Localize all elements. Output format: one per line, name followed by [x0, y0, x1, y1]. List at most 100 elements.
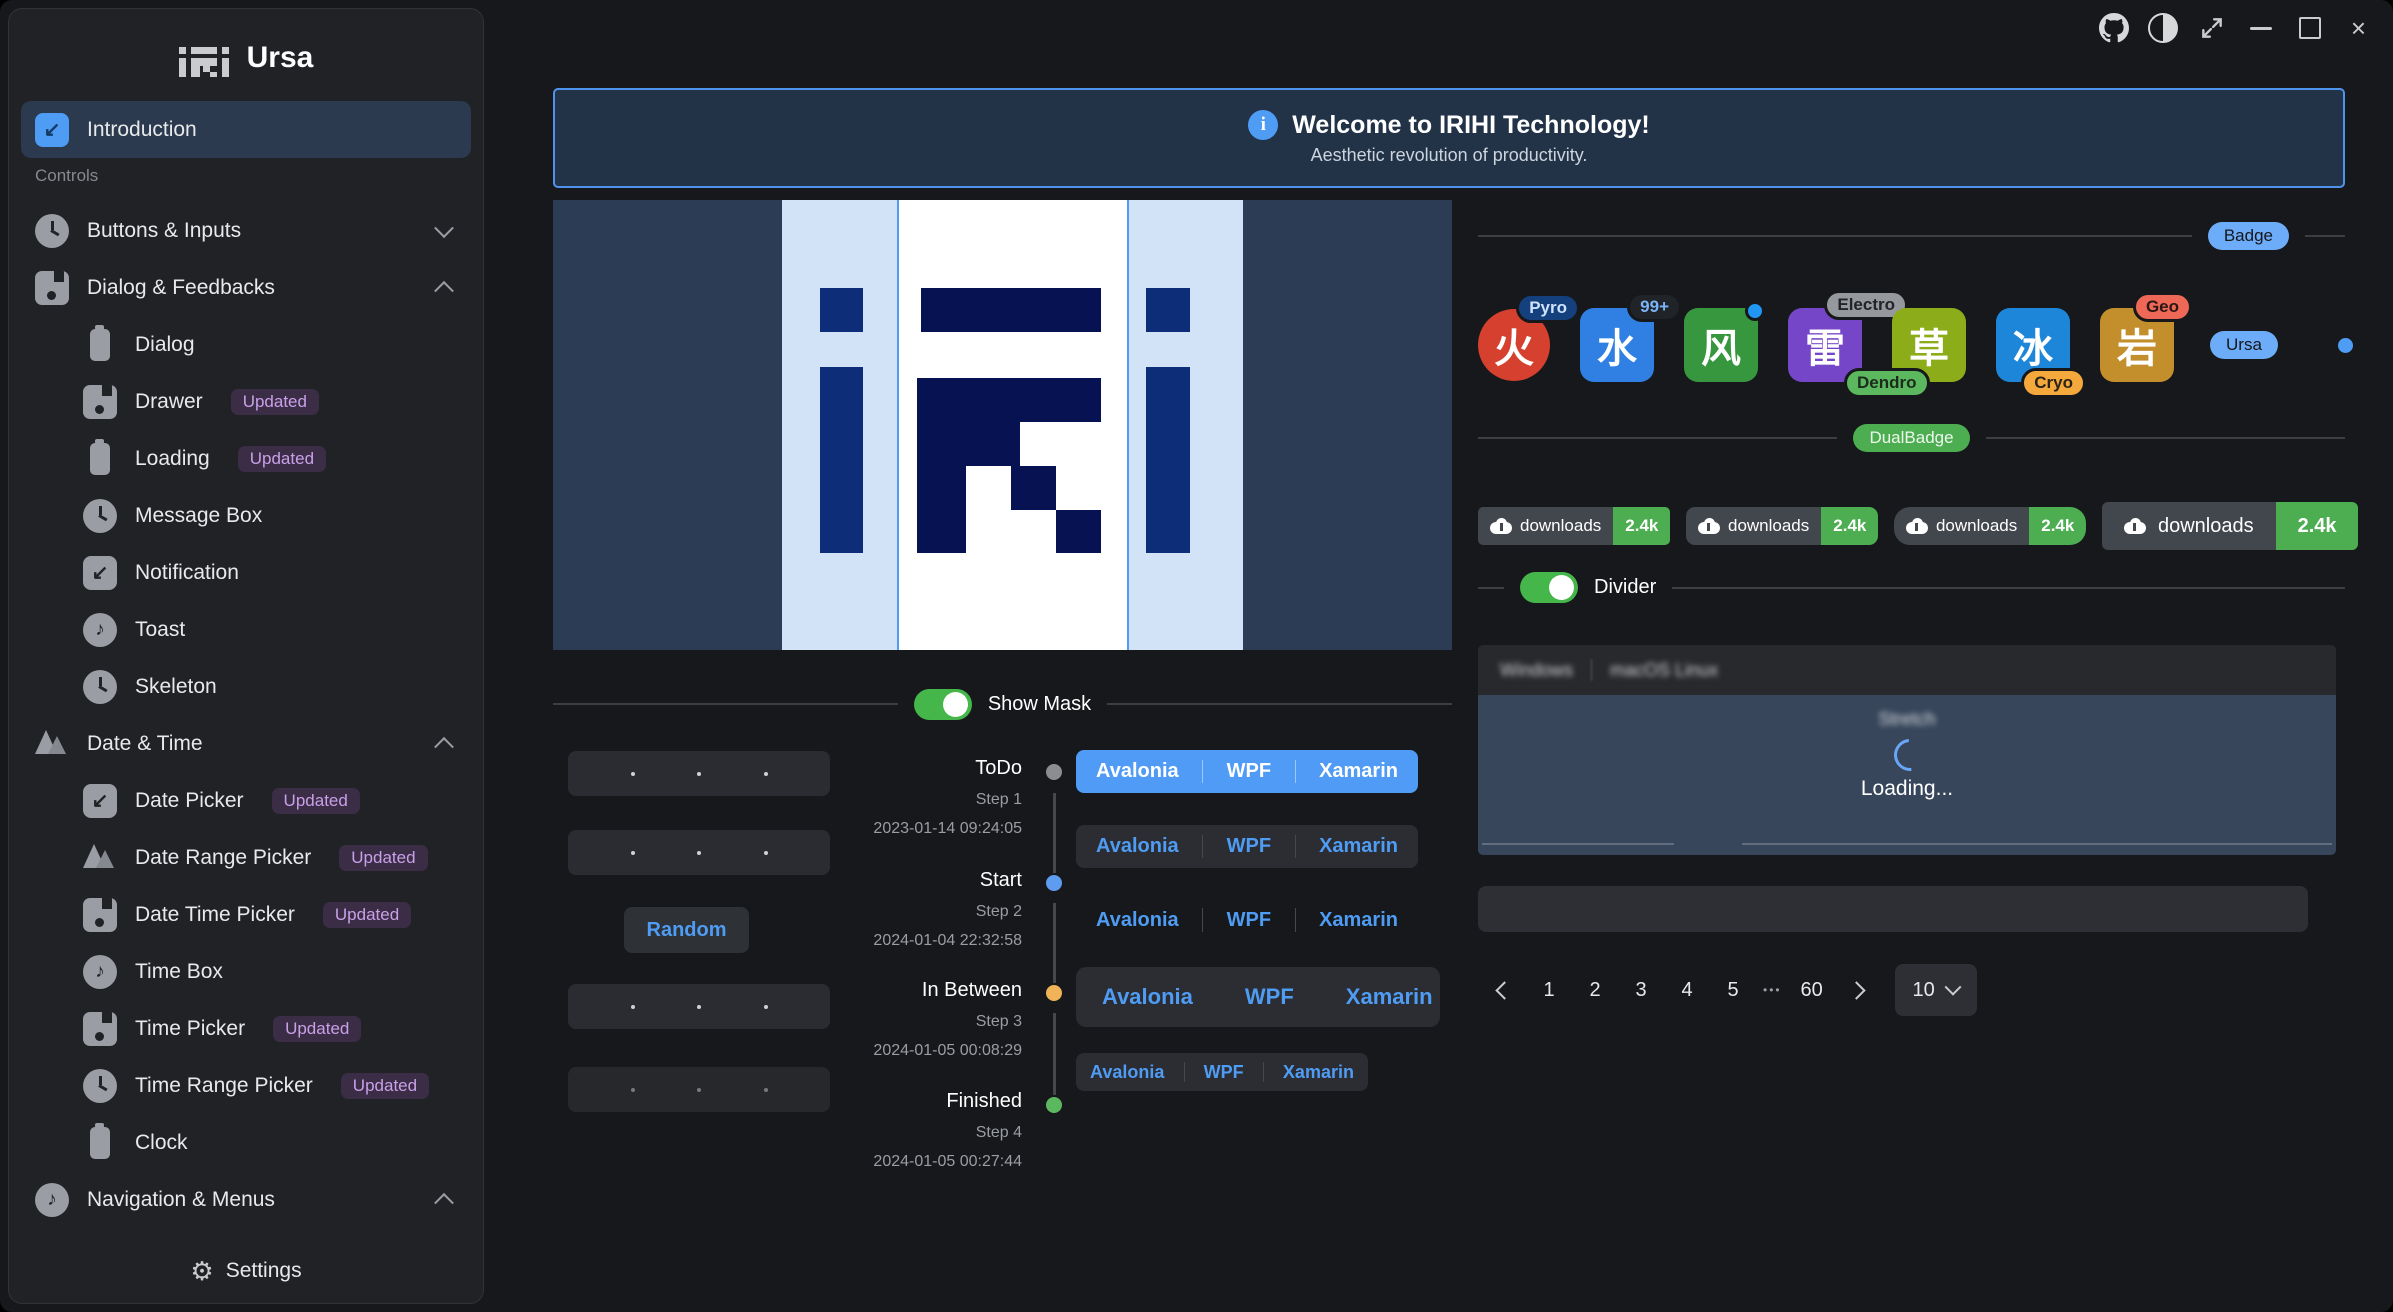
option-xamarin[interactable]: Xamarin [1269, 1053, 1368, 1091]
sidebar-item-label: Notification [135, 561, 239, 585]
sidebar-group-date-time[interactable]: Date & Time [21, 715, 471, 772]
theme-toggle-button[interactable] [2138, 0, 2187, 56]
sidebar-item-breadcrumb[interactable]: Breadcrumb Updated [21, 1228, 471, 1239]
sidebar-item-label: Message Box [135, 504, 262, 528]
updated-badge: Updated [272, 788, 360, 814]
sidebar-group-navigation-menus[interactable]: Navigation & Menus [21, 1171, 471, 1228]
sidebar-item-clock[interactable]: Clock [21, 1114, 471, 1171]
page-2[interactable]: 2 [1575, 968, 1615, 1012]
sidebar-item-label: Loading [135, 447, 210, 471]
show-mask-label: Show Mask [988, 693, 1091, 716]
timeline-step: Step 4 [976, 1124, 1022, 1142]
option-xamarin[interactable]: Xamarin [1299, 750, 1418, 793]
timeline-date: 2024-01-05 00:08:29 [873, 1042, 1022, 1060]
option-wpf[interactable]: WPF [1207, 825, 1291, 868]
option-avalonia[interactable]: Avalonia [1076, 967, 1219, 1027]
option-wpf[interactable]: WPF [1219, 967, 1320, 1027]
ip-input-2[interactable] [568, 830, 830, 875]
sidebar-item-dialog[interactable]: Dialog [21, 316, 471, 373]
trees-icon [83, 841, 117, 875]
timeline-title: ToDo [975, 757, 1022, 780]
settings-button[interactable]: ⚙ Settings [21, 1239, 471, 1303]
chevron-down-icon [1944, 979, 1961, 996]
show-mask-toggle[interactable] [914, 689, 972, 720]
timeline-date: 2024-01-05 00:27:44 [873, 1153, 1022, 1171]
tab-macos-linux[interactable]: macOS Linux [1610, 660, 1718, 681]
sidebar-item-toast[interactable]: Toast [21, 601, 471, 658]
page-last[interactable]: 60 [1792, 968, 1832, 1012]
page-size-select[interactable]: 10 [1895, 964, 1977, 1016]
close-button[interactable]: × [2334, 0, 2383, 56]
option-avalonia[interactable]: Avalonia [1076, 899, 1199, 941]
music-note-icon [83, 955, 117, 989]
updated-badge: Updated [231, 389, 319, 415]
iri-logo-icon [179, 39, 229, 77]
previous-page-icon[interactable] [1495, 981, 1513, 999]
download-badge: downloads 2.4k [1686, 507, 1878, 545]
sidebar-group-dialog-feedbacks[interactable]: Dialog & Feedbacks [21, 259, 471, 316]
option-wpf[interactable]: WPF [1207, 750, 1291, 793]
updated-badge: Updated [341, 1073, 429, 1099]
dualbadge-divider: DualBadge [1478, 424, 2345, 452]
app-window: × Ursa Introduct [0, 0, 2393, 1312]
page-4[interactable]: 4 [1667, 968, 1707, 1012]
sidebar-scroll-area[interactable]: Ursa Introduction Controls Buttons & Inp… [21, 23, 471, 1239]
random-button[interactable]: Random [624, 907, 749, 953]
option-xamarin[interactable]: Xamarin [1320, 967, 1459, 1027]
sidebar-item-introduction[interactable]: Introduction [21, 101, 471, 158]
sidebar-item-date-range-picker[interactable]: Date Range Picker Updated [21, 829, 471, 886]
sidebar-item-time-box[interactable]: Time Box [21, 943, 471, 1000]
chevron-up-icon [434, 736, 454, 756]
minimize-button[interactable] [2236, 0, 2285, 56]
arrow-square-icon [83, 556, 117, 590]
page-5[interactable]: 5 [1713, 968, 1753, 1012]
fullscreen-button[interactable] [2187, 0, 2236, 56]
sidebar-group-buttons-inputs[interactable]: Buttons & Inputs [21, 202, 471, 259]
info-icon: i [1248, 110, 1278, 140]
sidebar-item-time-range-picker[interactable]: Time Range Picker Updated [21, 1057, 471, 1114]
ip-input-1[interactable] [568, 751, 830, 796]
banner-title: Welcome to IRIHI Technology! [1292, 111, 1649, 140]
sidebar-item-message-box[interactable]: Message Box [21, 487, 471, 544]
option-wpf[interactable]: WPF [1207, 899, 1291, 941]
option-xamarin[interactable]: Xamarin [1299, 825, 1418, 868]
ip-input-4-disabled [568, 1067, 830, 1112]
loading-text: Loading... [1478, 777, 2336, 801]
option-xamarin[interactable]: Xamarin [1299, 899, 1418, 941]
updated-badge: Updated [273, 1016, 361, 1042]
sidebar-item-skeleton[interactable]: Skeleton [21, 658, 471, 715]
tab-windows[interactable]: Windows [1500, 660, 1573, 681]
sidebar-item-date-time-picker[interactable]: Date Time Picker Updated [21, 886, 471, 943]
divider-toggle[interactable] [1520, 572, 1578, 603]
sidebar-item-date-picker[interactable]: Date Picker Updated [21, 772, 471, 829]
timeline-dot-todo [1046, 764, 1062, 780]
next-page-icon[interactable] [1847, 981, 1865, 999]
sidebar-item-time-picker[interactable]: Time Picker Updated [21, 1000, 471, 1057]
welcome-banner: i Welcome to IRIHI Technology! Aesthetic… [553, 88, 2345, 188]
download-badge-large: downloads 2.4k [2102, 502, 2358, 550]
clock-icon [83, 670, 117, 704]
empty-input-bar[interactable] [1478, 886, 2308, 932]
cloud-download-icon [1906, 518, 1928, 534]
platform-group-selected: Avalonia WPF Xamarin [1076, 750, 1418, 793]
sidebar-group-label: Buttons & Inputs [87, 219, 241, 243]
option-avalonia[interactable]: Avalonia [1076, 1053, 1178, 1091]
page-1[interactable]: 1 [1529, 968, 1569, 1012]
dot-badge [1745, 301, 1765, 321]
download-badges-row: downloads 2.4k downloads 2.4k downloads … [1478, 498, 2358, 554]
download-badge: downloads 2.4k [1478, 507, 1670, 545]
page-3[interactable]: 3 [1621, 968, 1661, 1012]
option-wpf[interactable]: WPF [1190, 1053, 1258, 1091]
sidebar-item-notification[interactable]: Notification [21, 544, 471, 601]
sidebar-item-drawer[interactable]: Drawer Updated [21, 373, 471, 430]
sidebar-item-loading[interactable]: Loading Updated [21, 430, 471, 487]
option-avalonia[interactable]: Avalonia [1076, 825, 1199, 868]
sidebar-item-label: Time Picker [135, 1017, 245, 1041]
timeline-title: Finished [946, 1090, 1022, 1113]
github-button[interactable] [2089, 0, 2138, 56]
sidebar-item-label: Time Range Picker [135, 1074, 313, 1098]
timeline-title: Start [980, 869, 1022, 892]
option-avalonia[interactable]: Avalonia [1076, 750, 1199, 793]
maximize-button[interactable] [2285, 0, 2334, 56]
ip-input-3[interactable] [568, 984, 830, 1029]
